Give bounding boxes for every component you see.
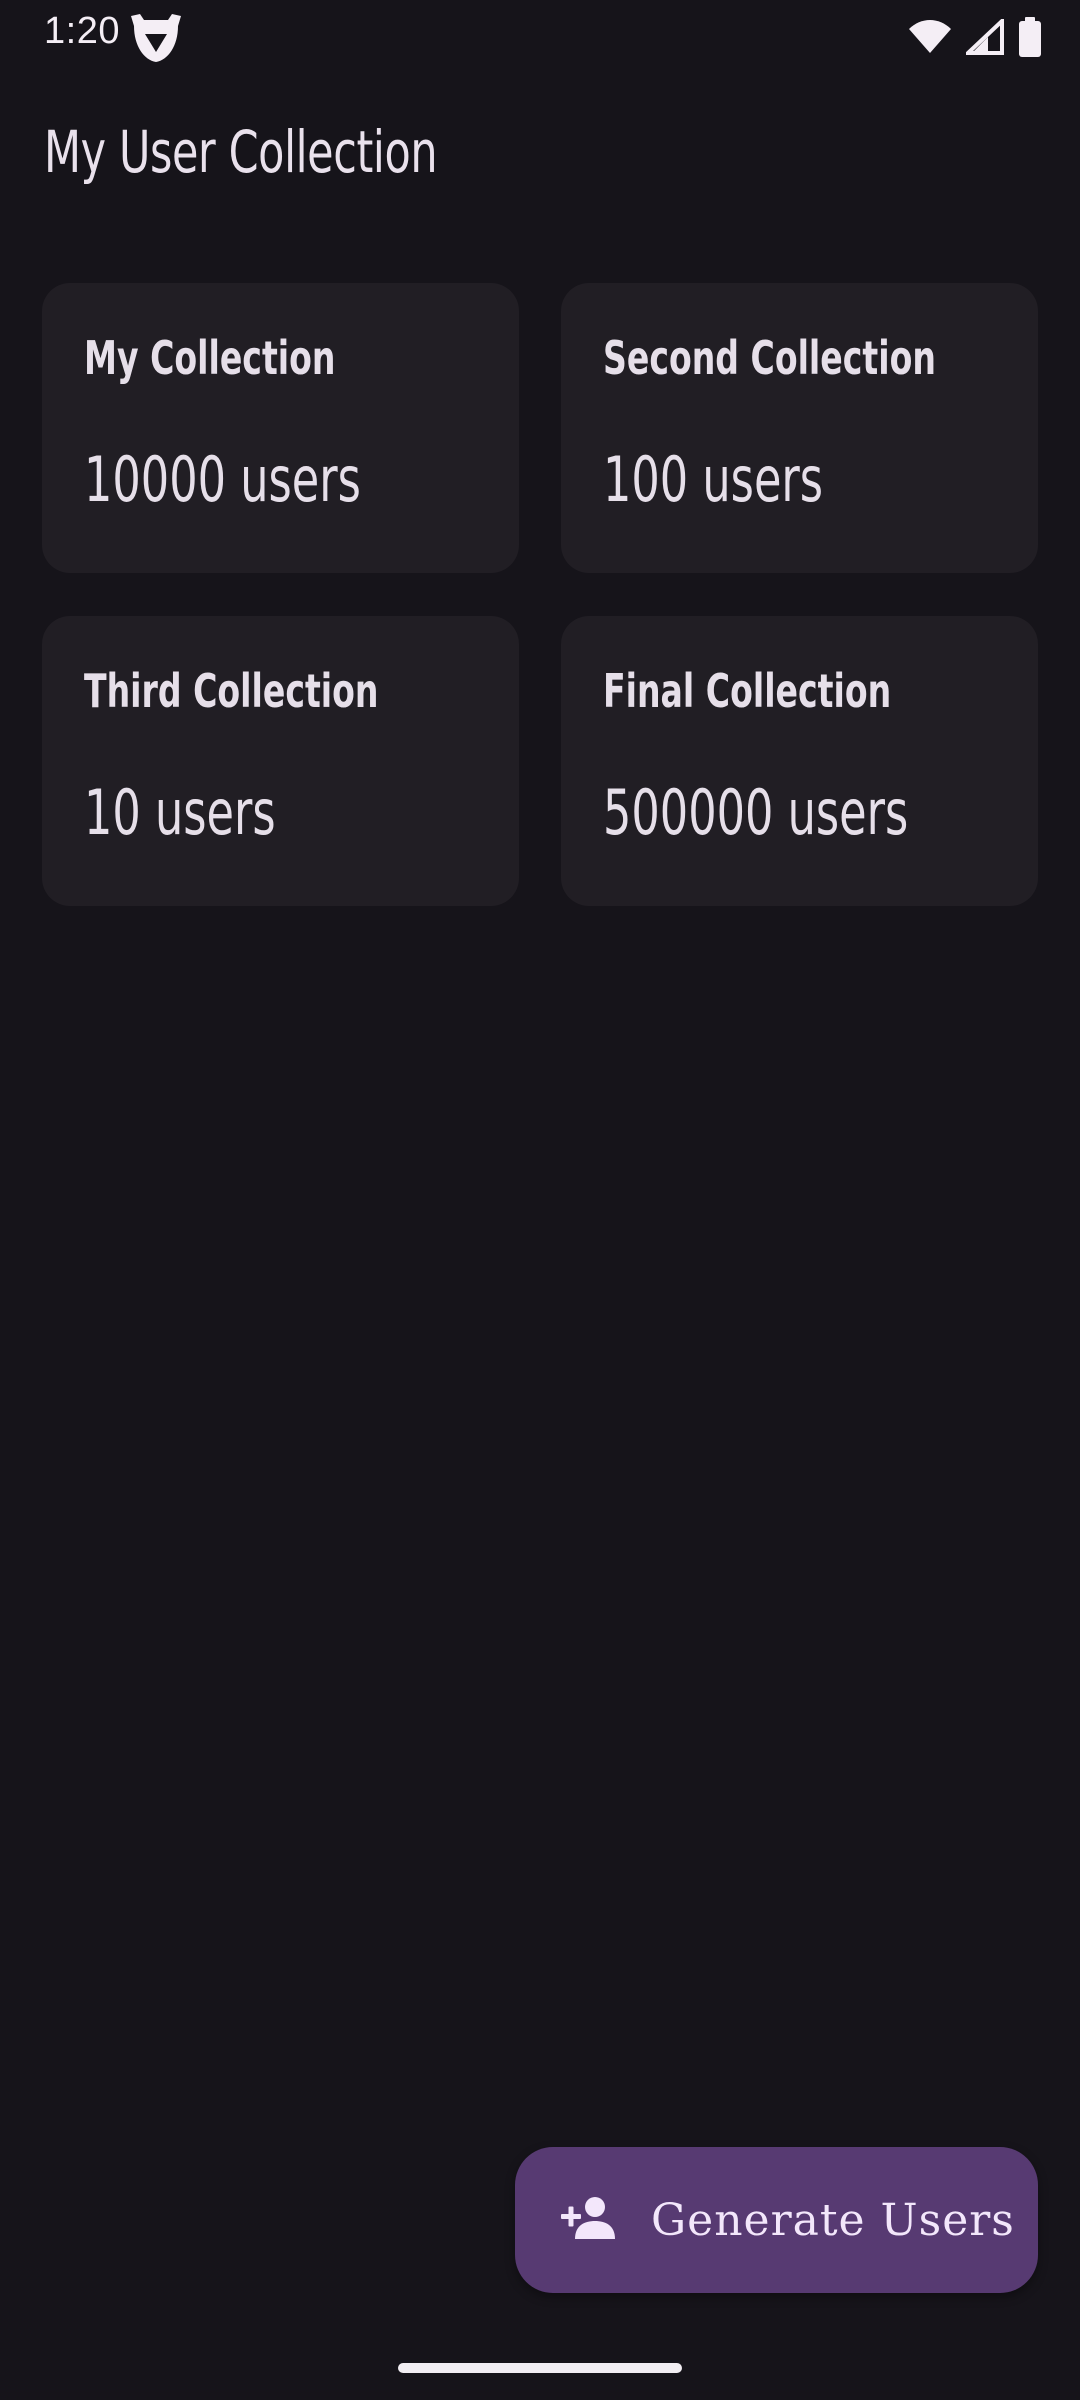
collection-grid: My Collection 10000 users Second Collect… (42, 283, 1038, 906)
collection-title: Second Collection (603, 331, 936, 385)
status-icons (908, 16, 1042, 58)
person-add-icon (559, 2195, 619, 2246)
collection-user-count: 500000 users (603, 776, 909, 849)
collection-card[interactable]: My Collection 10000 users (42, 283, 519, 573)
collection-card[interactable]: Second Collection 100 users (561, 283, 1038, 573)
collection-user-count: 10 users (84, 776, 276, 849)
collection-user-count: 100 users (603, 443, 824, 516)
collection-title: My Collection (84, 331, 336, 385)
status-bar: 1:20 (0, 0, 1080, 72)
cell-signal-icon (966, 19, 1004, 55)
battery-icon (1018, 17, 1042, 57)
generate-users-button[interactable]: Generate Users (515, 2147, 1038, 2293)
app-notification-icon (128, 12, 184, 64)
page-title: My User Collection (44, 118, 438, 186)
collection-title: Final Collection (603, 664, 892, 718)
app-screen: 1:20 My User Collection My Collection 10… (0, 0, 1080, 2400)
collection-card[interactable]: Third Collection 10 users (42, 616, 519, 906)
collection-user-count: 10000 users (84, 443, 361, 516)
generate-users-label: Generate Users (651, 2194, 1015, 2246)
gesture-nav-handle[interactable] (398, 2363, 682, 2373)
collection-card[interactable]: Final Collection 500000 users (561, 616, 1038, 906)
status-time: 1:20 (44, 10, 120, 52)
collection-title: Third Collection (84, 664, 379, 718)
wifi-icon (908, 19, 952, 55)
